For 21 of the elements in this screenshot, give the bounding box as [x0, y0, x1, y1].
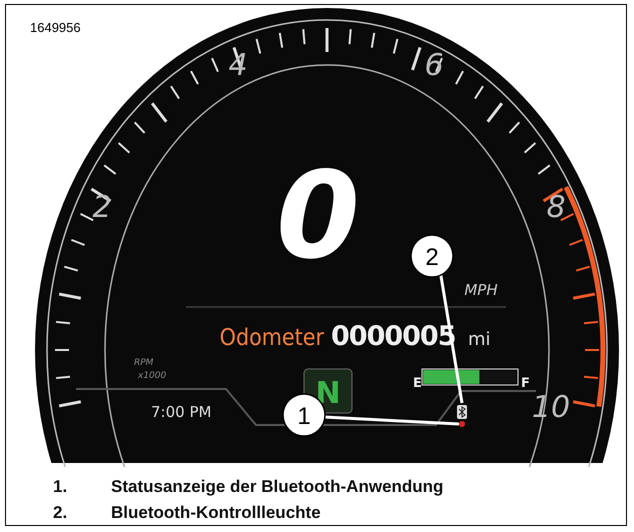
fuel-empty-label: E [413, 376, 422, 391]
rpm-label: 6 [424, 48, 444, 83]
speed-reading: 0 [276, 147, 360, 286]
legend-text: Statusanzeige der Bluetooth-Anwendung [111, 477, 444, 497]
speed-unit: MPH [464, 281, 498, 299]
bluetooth-icon [457, 405, 467, 419]
status-dot [459, 421, 465, 427]
legend-number: 1. [53, 477, 68, 497]
legend-number: 2. [53, 503, 68, 523]
fuel-full-label: F [521, 376, 530, 391]
rpm-unit-label: RPM [134, 358, 154, 368]
rpm-label: 2 [92, 190, 112, 225]
clock-time: 7:00 PM [151, 403, 212, 421]
callout-marker: 2 [410, 234, 454, 278]
rpm-multiplier-label: x1000 [138, 371, 166, 381]
odometer-unit: mi [468, 329, 491, 350]
rpm-label: 4 [228, 48, 248, 83]
odometer-label: Odometer [220, 325, 324, 351]
figure-number: 1649956 [30, 20, 81, 35]
legend-text: Bluetooth-Kontrollleuchte [111, 503, 321, 523]
rpm-label: 8 [546, 190, 566, 225]
